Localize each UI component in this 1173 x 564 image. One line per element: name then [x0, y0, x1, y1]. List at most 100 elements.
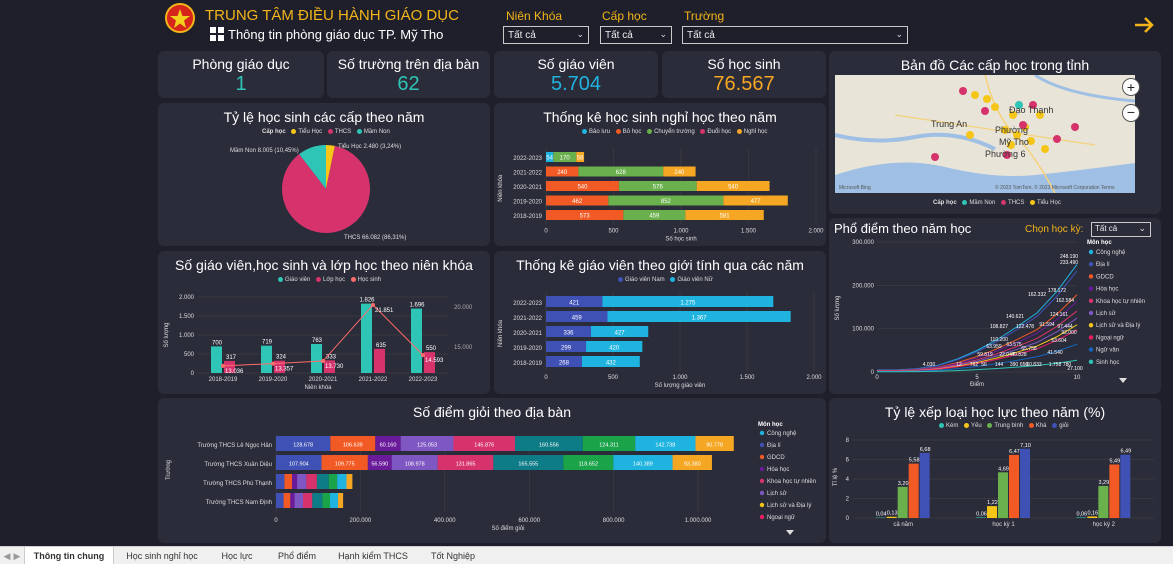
legend-dot: [647, 129, 653, 134]
bar-data-label: 108.978: [405, 462, 425, 468]
legend-dot: [736, 129, 742, 134]
y-tick-label: 0: [846, 516, 850, 522]
cap-hoc-dropdown[interactable]: Tất cả ⌄: [600, 26, 672, 44]
kpi-value: 62: [397, 73, 420, 95]
legend-dot: [759, 514, 765, 520]
arrow-right-icon[interactable]: [1132, 13, 1156, 37]
map-place-phuong: Phường: [995, 125, 1028, 135]
y-axis-title: Trường: [166, 460, 172, 480]
legend-dot: [700, 129, 706, 134]
bar-data-label: 700: [212, 340, 223, 346]
legend-dot: [1030, 200, 1036, 205]
legend-dot: [759, 442, 765, 448]
bar-data-label: 268: [559, 361, 570, 367]
map-place-dao-thanh: Đạo Thạnh: [1009, 105, 1053, 115]
bar-segment: [322, 493, 331, 508]
line-data-label: 13.730: [325, 364, 344, 370]
x-tick-label: 600.000: [518, 518, 540, 524]
bar-segment: [338, 493, 344, 508]
bar-data-label: 421: [569, 301, 580, 307]
zoom-out-button[interactable]: −: [1122, 104, 1140, 122]
score-data-label: 4.030: [923, 362, 936, 368]
ranking-bar-chart[interactable]: 0 2 4 6 8 cả năm 0,04 0,13 3,20 5,586,68 học kỳ 1 0…: [829, 432, 1161, 542]
score-data-label: 124.161: [1050, 312, 1068, 318]
semester-dropdown[interactable]: Tất cả ⌄: [1091, 222, 1151, 237]
legend-dot: [964, 423, 970, 428]
legend-dot: [759, 454, 765, 460]
tab-hoc-luc[interactable]: Học lực: [210, 547, 264, 564]
score-data-label: 59.819: [977, 352, 993, 358]
excellent-scores-chart[interactable]: 0 200.000 400.000 600.000 800.000 1.000.000 Tr…: [158, 420, 826, 542]
bar-data-label: 109.775: [335, 462, 355, 468]
gender-bar-chart[interactable]: 0 500 1.000 1.500 2.000 2022-2023 421 1.275 2021…: [494, 287, 826, 393]
bar-data-label: 56.590: [371, 462, 388, 468]
zoom-in-button[interactable]: +: [1122, 78, 1140, 96]
bar-segment: [276, 474, 285, 489]
page-subtitle: Thông tin phòng giáo dục TP. Mỹ Tho: [228, 27, 444, 42]
x-tick-label: 800.000: [603, 518, 625, 524]
legend-label: Tiểu Học: [1037, 200, 1061, 207]
bar: [976, 517, 986, 518]
tab-scroll-left-icon[interactable]: ◀: [2, 547, 12, 564]
tab-thong-tin-chung[interactable]: Thông tin chung: [24, 547, 114, 564]
bar-data-label: 118.652: [579, 462, 598, 468]
nien-khoa-dropdown[interactable]: Tất cả ⌄: [503, 26, 589, 44]
chart-title: Thống kê giáo viên theo giới tính qua cá…: [516, 257, 804, 273]
bar-segment: [337, 474, 347, 489]
line-point: [221, 363, 225, 368]
legend-dot: [615, 129, 621, 134]
pie-data-label: THCS 66.082 (86,31%): [344, 235, 406, 241]
score-dist-card: Phổ điểm theo năm học Chọn học kỳ: Tất c…: [829, 218, 1161, 394]
score-data-label: 233.490: [1060, 260, 1078, 266]
tab-pho-diem[interactable]: Phổ điểm: [266, 547, 328, 564]
tab-hoc-sinh-nghi-hoc[interactable]: Học sinh nghỉ học: [116, 547, 208, 564]
slicer-label-nien-khoa: Niên Khóa: [506, 9, 563, 23]
kpi-label: Số học sinh: [707, 56, 781, 72]
legend-label: Hóa học: [1096, 287, 1118, 293]
x-tick-label: 1.000.000: [685, 518, 712, 524]
y-tick-label: 100.000: [852, 327, 874, 333]
chevron-down-icon: ⌄: [576, 29, 584, 39]
kpi-label: Số trường trên địa bàn: [337, 56, 480, 72]
bar-data-label: 573: [580, 214, 591, 220]
score-data-label: 162.332: [1028, 292, 1046, 298]
y-tick-label: 2018-2019: [513, 361, 542, 367]
y2-tick-label: 20.000: [454, 305, 473, 311]
truong-dropdown[interactable]: Tất cả ⌄: [682, 26, 908, 44]
legend-label: Bỏ học: [622, 129, 642, 136]
y2-tick-label: 15.000: [454, 345, 473, 351]
line-data-label: 14.593: [425, 358, 444, 364]
map-canvas[interactable]: Đạo Thạnh Trung An Phường Mỹ Tho Phường …: [835, 75, 1135, 193]
bar: [1109, 464, 1120, 518]
line-students: [222, 304, 424, 367]
score-data-label: 41.540: [1047, 350, 1063, 356]
legend-label: Công nghệ: [1096, 250, 1126, 256]
combo-chart[interactable]: 0 500 1.000 1.500 2.000 20.000 15.000 2018-2019…: [158, 285, 490, 393]
line-point: [421, 353, 425, 358]
legend-label: THCS: [334, 129, 352, 136]
legend-label: Bảo lưu: [589, 129, 611, 136]
tab-scroll-right-icon[interactable]: ▶: [12, 547, 22, 564]
dropout-bar-chart[interactable]: 0 500 1.000 1.500 2.000 2022-2023 54 170 58 2021-…: [494, 139, 826, 245]
pie-data-label: Mầm Non 8.005 (10,45%): [230, 148, 299, 154]
y-tick-label: 2020-2021: [513, 185, 542, 191]
y-tick-label: 0: [871, 370, 875, 376]
bar: [1009, 454, 1019, 518]
x-tick-label: 2.000: [806, 375, 822, 381]
tab-tot-nghiep[interactable]: Tốt Nghiệp: [418, 547, 488, 564]
bar-data-label: 0,06: [1076, 511, 1087, 517]
tab-hanh-kiem-thcs[interactable]: Hạnh kiểm THCS: [330, 547, 416, 564]
score-distribution-chart[interactable]: 0100.000200.000300.0000 5 10ĐiểmSố lượng24…: [829, 238, 1161, 394]
x-tick-label: 2.000: [808, 229, 824, 235]
pie-chart[interactable]: Tiểu Học 2.480 (3,24%) THCS 66.082 (86,31…: [158, 137, 490, 245]
legend-label: Lịch sử và Địa lý: [1096, 322, 1140, 329]
kpi-value: 1: [235, 73, 247, 95]
legend-label: Lịch sử và Địa lý: [767, 502, 811, 509]
y-tick-label: 6: [846, 458, 850, 464]
bar-data-label: 140.389: [633, 462, 653, 468]
legend-label: Khoa học tự nhiên: [767, 479, 816, 485]
map-legend-title: Cấp học: [933, 200, 957, 207]
x-axis-title: Số lượng giáo viên: [655, 383, 706, 389]
x-tick-label: 0: [544, 229, 548, 235]
excellent-scores-card: Số điểm giỏi theo địa bàn 0 200.000 400.00…: [158, 398, 826, 543]
